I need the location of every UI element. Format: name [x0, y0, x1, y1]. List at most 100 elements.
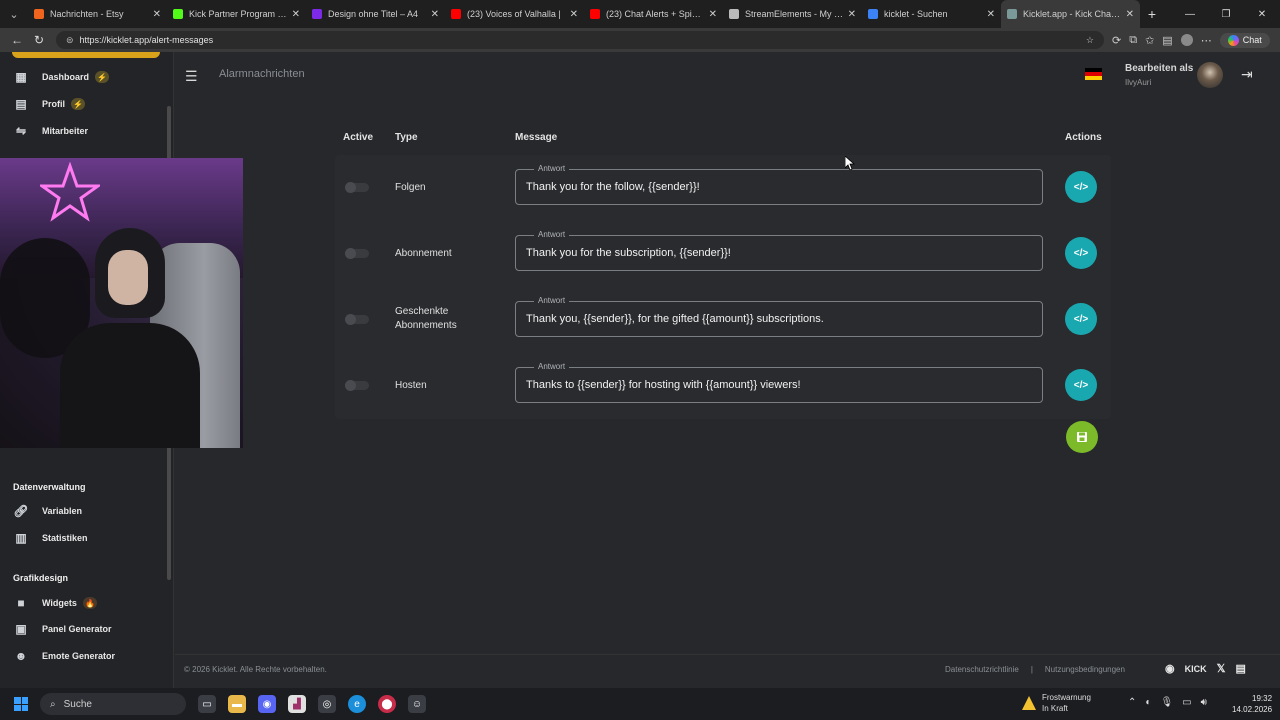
german-flag-icon[interactable]	[1085, 68, 1102, 80]
message-field[interactable]: Antwort Thank you, {{sender}}, for the g…	[515, 296, 1043, 337]
code-button[interactable]: </>	[1065, 237, 1097, 269]
favorite-star-icon[interactable]: ☆	[1086, 35, 1094, 46]
microphone-icon[interactable]: 🎙︎	[1160, 697, 1173, 708]
active-toggle[interactable]	[345, 380, 369, 391]
reload-icon[interactable]: ↻	[28, 33, 50, 47]
browser-tab[interactable]: Nachrichten - Etsy ✕	[28, 0, 167, 28]
logout-icon[interactable]: ⇥	[1241, 66, 1253, 83]
sidebar-item-label: Emote Generator	[42, 651, 116, 661]
streamlabs-app-icon[interactable]: ▟	[288, 695, 306, 713]
display-icon[interactable]: ▭	[1182, 697, 1191, 708]
tab-close-icon[interactable]: ✕	[153, 9, 161, 20]
minimize-icon[interactable]: —	[1172, 9, 1208, 20]
sidebar-item-widgets[interactable]: ■ Widgets 🔥	[14, 596, 97, 610]
sidebar-item-statistiken[interactable]: ▥ Statistiken	[14, 531, 87, 545]
site-info-icon[interactable]: ⊜	[66, 35, 74, 46]
discord-icon[interactable]: ◉	[1165, 662, 1175, 675]
tab-close-icon[interactable]: ✕	[709, 9, 717, 20]
collections-icon[interactable]: ▤	[1162, 34, 1172, 47]
tab-close-icon[interactable]: ✕	[431, 9, 439, 20]
table-row: Abonnement Antwort Thank you for the sub…	[335, 221, 1111, 287]
copilot-chat-button[interactable]: Chat	[1219, 32, 1270, 48]
split-screen-icon[interactable]: ⧉	[1129, 34, 1137, 47]
tab-close-icon[interactable]: ✕	[1126, 9, 1134, 20]
browser-tab[interactable]: Kicklet.app - Kick Chatbot a ✕	[1001, 0, 1140, 28]
emote-icon: ☻	[14, 649, 28, 663]
save-button[interactable]	[1066, 421, 1098, 453]
tab-label: StreamElements - My dashb	[745, 9, 844, 19]
tray-app-icon[interactable]: ◐	[1145, 697, 1151, 708]
sidebar-item-profil[interactable]: ▤ Profil ⚡	[14, 97, 86, 111]
url-field[interactable]: ⊜ https://kicklet.app/alert-messages ☆	[56, 31, 1104, 49]
back-icon[interactable]: ←	[6, 33, 28, 47]
weather-widget[interactable]: Frostwarnung In Kraft	[1022, 692, 1091, 714]
warning-icon	[1022, 696, 1036, 710]
avatar[interactable]	[1197, 62, 1223, 88]
code-icon: </>	[1073, 181, 1089, 193]
volume-icon[interactable]: 🔊︎	[1201, 697, 1207, 708]
code-button[interactable]: </>	[1065, 369, 1097, 401]
footer-separator: |	[1030, 665, 1033, 674]
bot-app-icon[interactable]: ☺	[408, 695, 426, 713]
tab-label: Nachrichten - Etsy	[50, 9, 124, 19]
task-view-icon[interactable]: ▭	[198, 695, 216, 713]
sidebar-item-panel-generator[interactable]: ▣ Panel Generator	[14, 622, 111, 636]
tab-close-icon[interactable]: ✕	[292, 9, 300, 20]
edge-app-icon[interactable]: e	[348, 695, 366, 713]
active-toggle[interactable]	[345, 182, 369, 193]
new-tab-button[interactable]: +	[1140, 6, 1164, 22]
profile-icon[interactable]	[1180, 34, 1193, 46]
field-label: Antwort	[534, 164, 570, 173]
sidebar-item-variablen[interactable]: 🔗︎ Variablen	[13, 504, 82, 518]
windows-start-icon[interactable]	[14, 697, 28, 711]
menu-toggle-icon[interactable]: ☰	[185, 68, 198, 85]
code-button[interactable]: </>	[1065, 303, 1097, 335]
sidebar-item-mitarbeiter[interactable]: ⇋ Mitarbeiter	[14, 124, 88, 138]
file-explorer-icon[interactable]: ▬	[228, 695, 246, 713]
sidebar-item-dashboard[interactable]: ▦ Dashboard ⚡	[14, 70, 110, 84]
webcam-overlay	[0, 158, 243, 448]
extensions-icon[interactable]: ⟳	[1112, 34, 1121, 47]
weather-title: Frostwarnung	[1042, 693, 1091, 702]
mouse-cursor-icon	[845, 156, 855, 170]
browser-tab[interactable]: (23) Chat Alerts + Spiele für ✕	[584, 0, 723, 28]
close-window-icon[interactable]: ✕	[1244, 9, 1280, 20]
tab-close-icon[interactable]: ✕	[570, 9, 578, 20]
tab-close-icon[interactable]: ✕	[848, 9, 856, 20]
terms-link[interactable]: Nutzungsbedingungen	[1045, 665, 1125, 674]
browser-tab[interactable]: kicklet - Suchen ✕	[862, 0, 1001, 28]
code-button[interactable]: </>	[1065, 171, 1097, 203]
message-field[interactable]: Antwort Thanks to {{sender}} for hosting…	[515, 362, 1043, 403]
tray-chevron-icon[interactable]: ⌃	[1128, 697, 1136, 708]
sidebar-item-label: Widgets	[42, 598, 77, 608]
x-icon[interactable]: 𝕏	[1217, 662, 1226, 675]
sidebar-section-grafikdesign: Grafikdesign	[13, 573, 69, 583]
favorites-icon[interactable]: ✩	[1145, 34, 1154, 47]
browser-tab[interactable]: Kick Partner Program - Kick ✕	[167, 0, 306, 28]
clock[interactable]: 19:32 14.02.2026	[1232, 693, 1272, 715]
sidebar-item-emote-generator[interactable]: ☻ Emote Generator	[14, 649, 115, 663]
taskbar-search[interactable]: ⌕ Suche	[40, 693, 186, 715]
docs-icon[interactable]: ▤	[1235, 662, 1245, 675]
tab-label: (23) Chat Alerts + Spiele für	[606, 9, 705, 19]
obs-app-icon[interactable]: ◎	[318, 695, 336, 713]
table-row: Folgen Antwort Thank you for the follow,…	[335, 155, 1111, 221]
message-field[interactable]: Antwort Thank you for the subscription, …	[515, 230, 1043, 271]
user-block: Bearbeiten als IlvyAuri	[1125, 63, 1193, 87]
map-pin-app-icon[interactable]: ⬤	[378, 695, 396, 713]
maximize-icon[interactable]: ❐	[1208, 9, 1244, 20]
neon-star-decoration	[40, 162, 100, 222]
browser-tab[interactable]: StreamElements - My dashb ✕	[723, 0, 862, 28]
tab-close-icon[interactable]: ✕	[987, 9, 995, 20]
kick-icon[interactable]: KICK	[1185, 664, 1207, 674]
browser-tab[interactable]: Design ohne Titel – A4 ✕	[306, 0, 445, 28]
discord-app-icon[interactable]: ◉	[258, 695, 276, 713]
privacy-link[interactable]: Datenschutzrichtlinie	[945, 665, 1019, 674]
active-toggle[interactable]	[345, 248, 369, 259]
window-controls: — ❐ ✕	[1172, 9, 1280, 20]
more-icon[interactable]: ⋯	[1201, 34, 1212, 47]
message-field[interactable]: Antwort Thank you for the follow, {{send…	[515, 164, 1043, 205]
tab-list-chevron-icon[interactable]: ⌄	[0, 0, 28, 28]
browser-tab[interactable]: (23) Voices of Valhalla | ✕	[445, 0, 584, 28]
active-toggle[interactable]	[345, 314, 369, 325]
